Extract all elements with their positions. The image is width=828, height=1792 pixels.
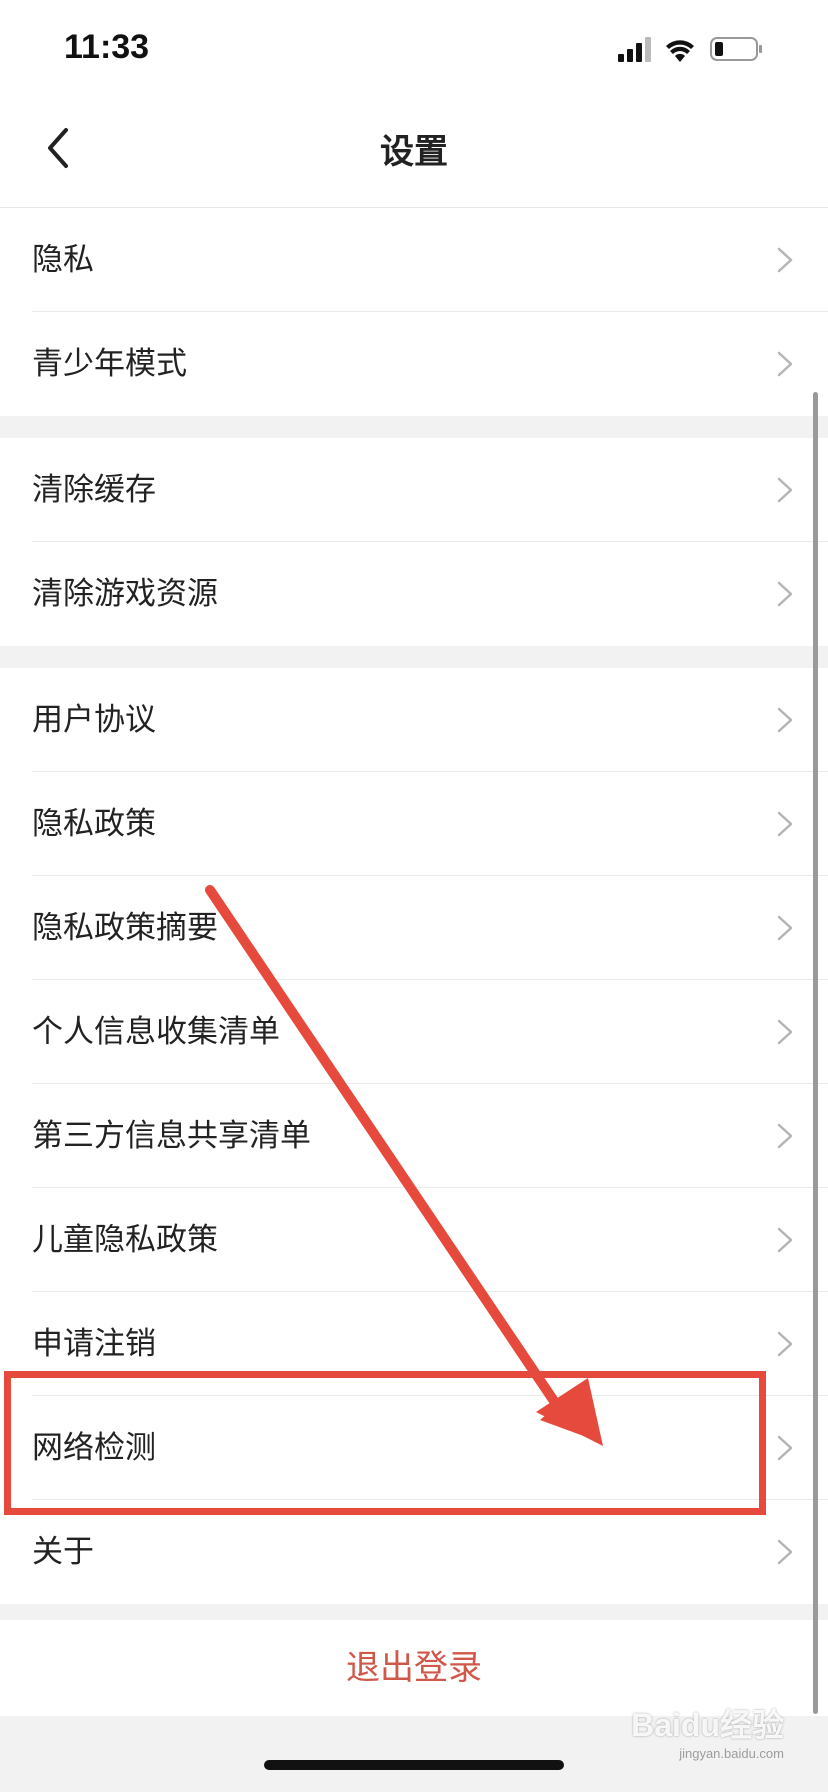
chevron-right-icon — [777, 581, 793, 607]
watermark-url: jingyan.baidu.com — [679, 1746, 784, 1761]
row-label: 清除缓存 — [32, 472, 156, 508]
row-label: 隐私政策 — [32, 806, 156, 842]
status-bar: 11:33 — [0, 0, 828, 100]
chevron-right-icon — [777, 351, 793, 377]
status-icons — [618, 37, 762, 62]
status-time: 11:33 — [64, 28, 150, 66]
row-label: 隐私政策摘要 — [32, 910, 218, 946]
chevron-right-icon — [777, 811, 793, 837]
scrollbar[interactable] — [813, 392, 818, 1714]
row-label: 清除游戏资源 — [32, 576, 218, 612]
battery-icon — [710, 37, 762, 61]
settings-row-third-party-sharing[interactable]: 第三方信息共享清单 — [0, 1084, 828, 1188]
settings-row-children-privacy[interactable]: 儿童隐私政策 — [0, 1188, 828, 1292]
settings-group-cache: 清除缓存 清除游戏资源 — [0, 438, 828, 646]
settings-row-clear-cache[interactable]: 清除缓存 — [0, 438, 828, 542]
chevron-right-icon — [777, 1331, 793, 1357]
chevron-right-icon — [777, 707, 793, 733]
settings-group-account: 隐私 青少年模式 — [0, 208, 828, 416]
settings-row-personal-info-list[interactable]: 个人信息收集清单 — [0, 980, 828, 1084]
chevron-right-icon — [777, 1227, 793, 1253]
chevron-right-icon — [777, 1539, 793, 1565]
settings-row-user-agreement[interactable]: 用户协议 — [0, 668, 828, 772]
home-indicator[interactable] — [264, 1760, 564, 1770]
settings-row-clear-game-resources[interactable]: 清除游戏资源 — [0, 542, 828, 646]
row-label: 用户协议 — [32, 702, 156, 738]
chevron-right-icon — [777, 1435, 793, 1461]
row-label: 关于 — [32, 1534, 94, 1570]
settings-row-about[interactable]: 关于 — [0, 1500, 828, 1604]
row-label: 网络检测 — [32, 1430, 156, 1466]
page-title: 设置 — [380, 132, 448, 172]
settings-row-network-check[interactable]: 网络检测 — [0, 1396, 828, 1500]
settings-row-privacy-policy[interactable]: 隐私政策 — [0, 772, 828, 876]
row-label: 青少年模式 — [32, 346, 187, 382]
settings-row-privacy[interactable]: 隐私 — [0, 208, 828, 312]
wifi-icon — [666, 40, 694, 62]
chevron-right-icon — [777, 915, 793, 941]
settings-row-privacy-summary[interactable]: 隐私政策摘要 — [0, 876, 828, 980]
chevron-right-icon — [777, 1123, 793, 1149]
nav-bar: 设置 — [0, 100, 828, 208]
row-label: 儿童隐私政策 — [32, 1222, 218, 1258]
settings-row-teen-mode[interactable]: 青少年模式 — [0, 312, 828, 416]
baidu-watermark: Baidu经验 jingyan.baidu.com — [631, 1700, 784, 1761]
signal-icon — [618, 37, 651, 62]
settings-group-legal: 用户协议 隐私政策 隐私政策摘要 个人信息收集清单 第三方信息共享清单 儿童隐私… — [0, 668, 828, 1604]
row-label: 第三方信息共享清单 — [32, 1118, 311, 1154]
chevron-right-icon — [777, 247, 793, 273]
row-label: 申请注销 — [32, 1326, 156, 1362]
watermark-brand: Baidu经验 — [631, 1707, 784, 1743]
chevron-right-icon — [777, 1019, 793, 1045]
row-label: 个人信息收集清单 — [32, 1014, 280, 1050]
chevron-right-icon — [777, 477, 793, 503]
settings-row-delete-account[interactable]: 申请注销 — [0, 1292, 828, 1396]
row-label: 隐私 — [32, 242, 94, 278]
